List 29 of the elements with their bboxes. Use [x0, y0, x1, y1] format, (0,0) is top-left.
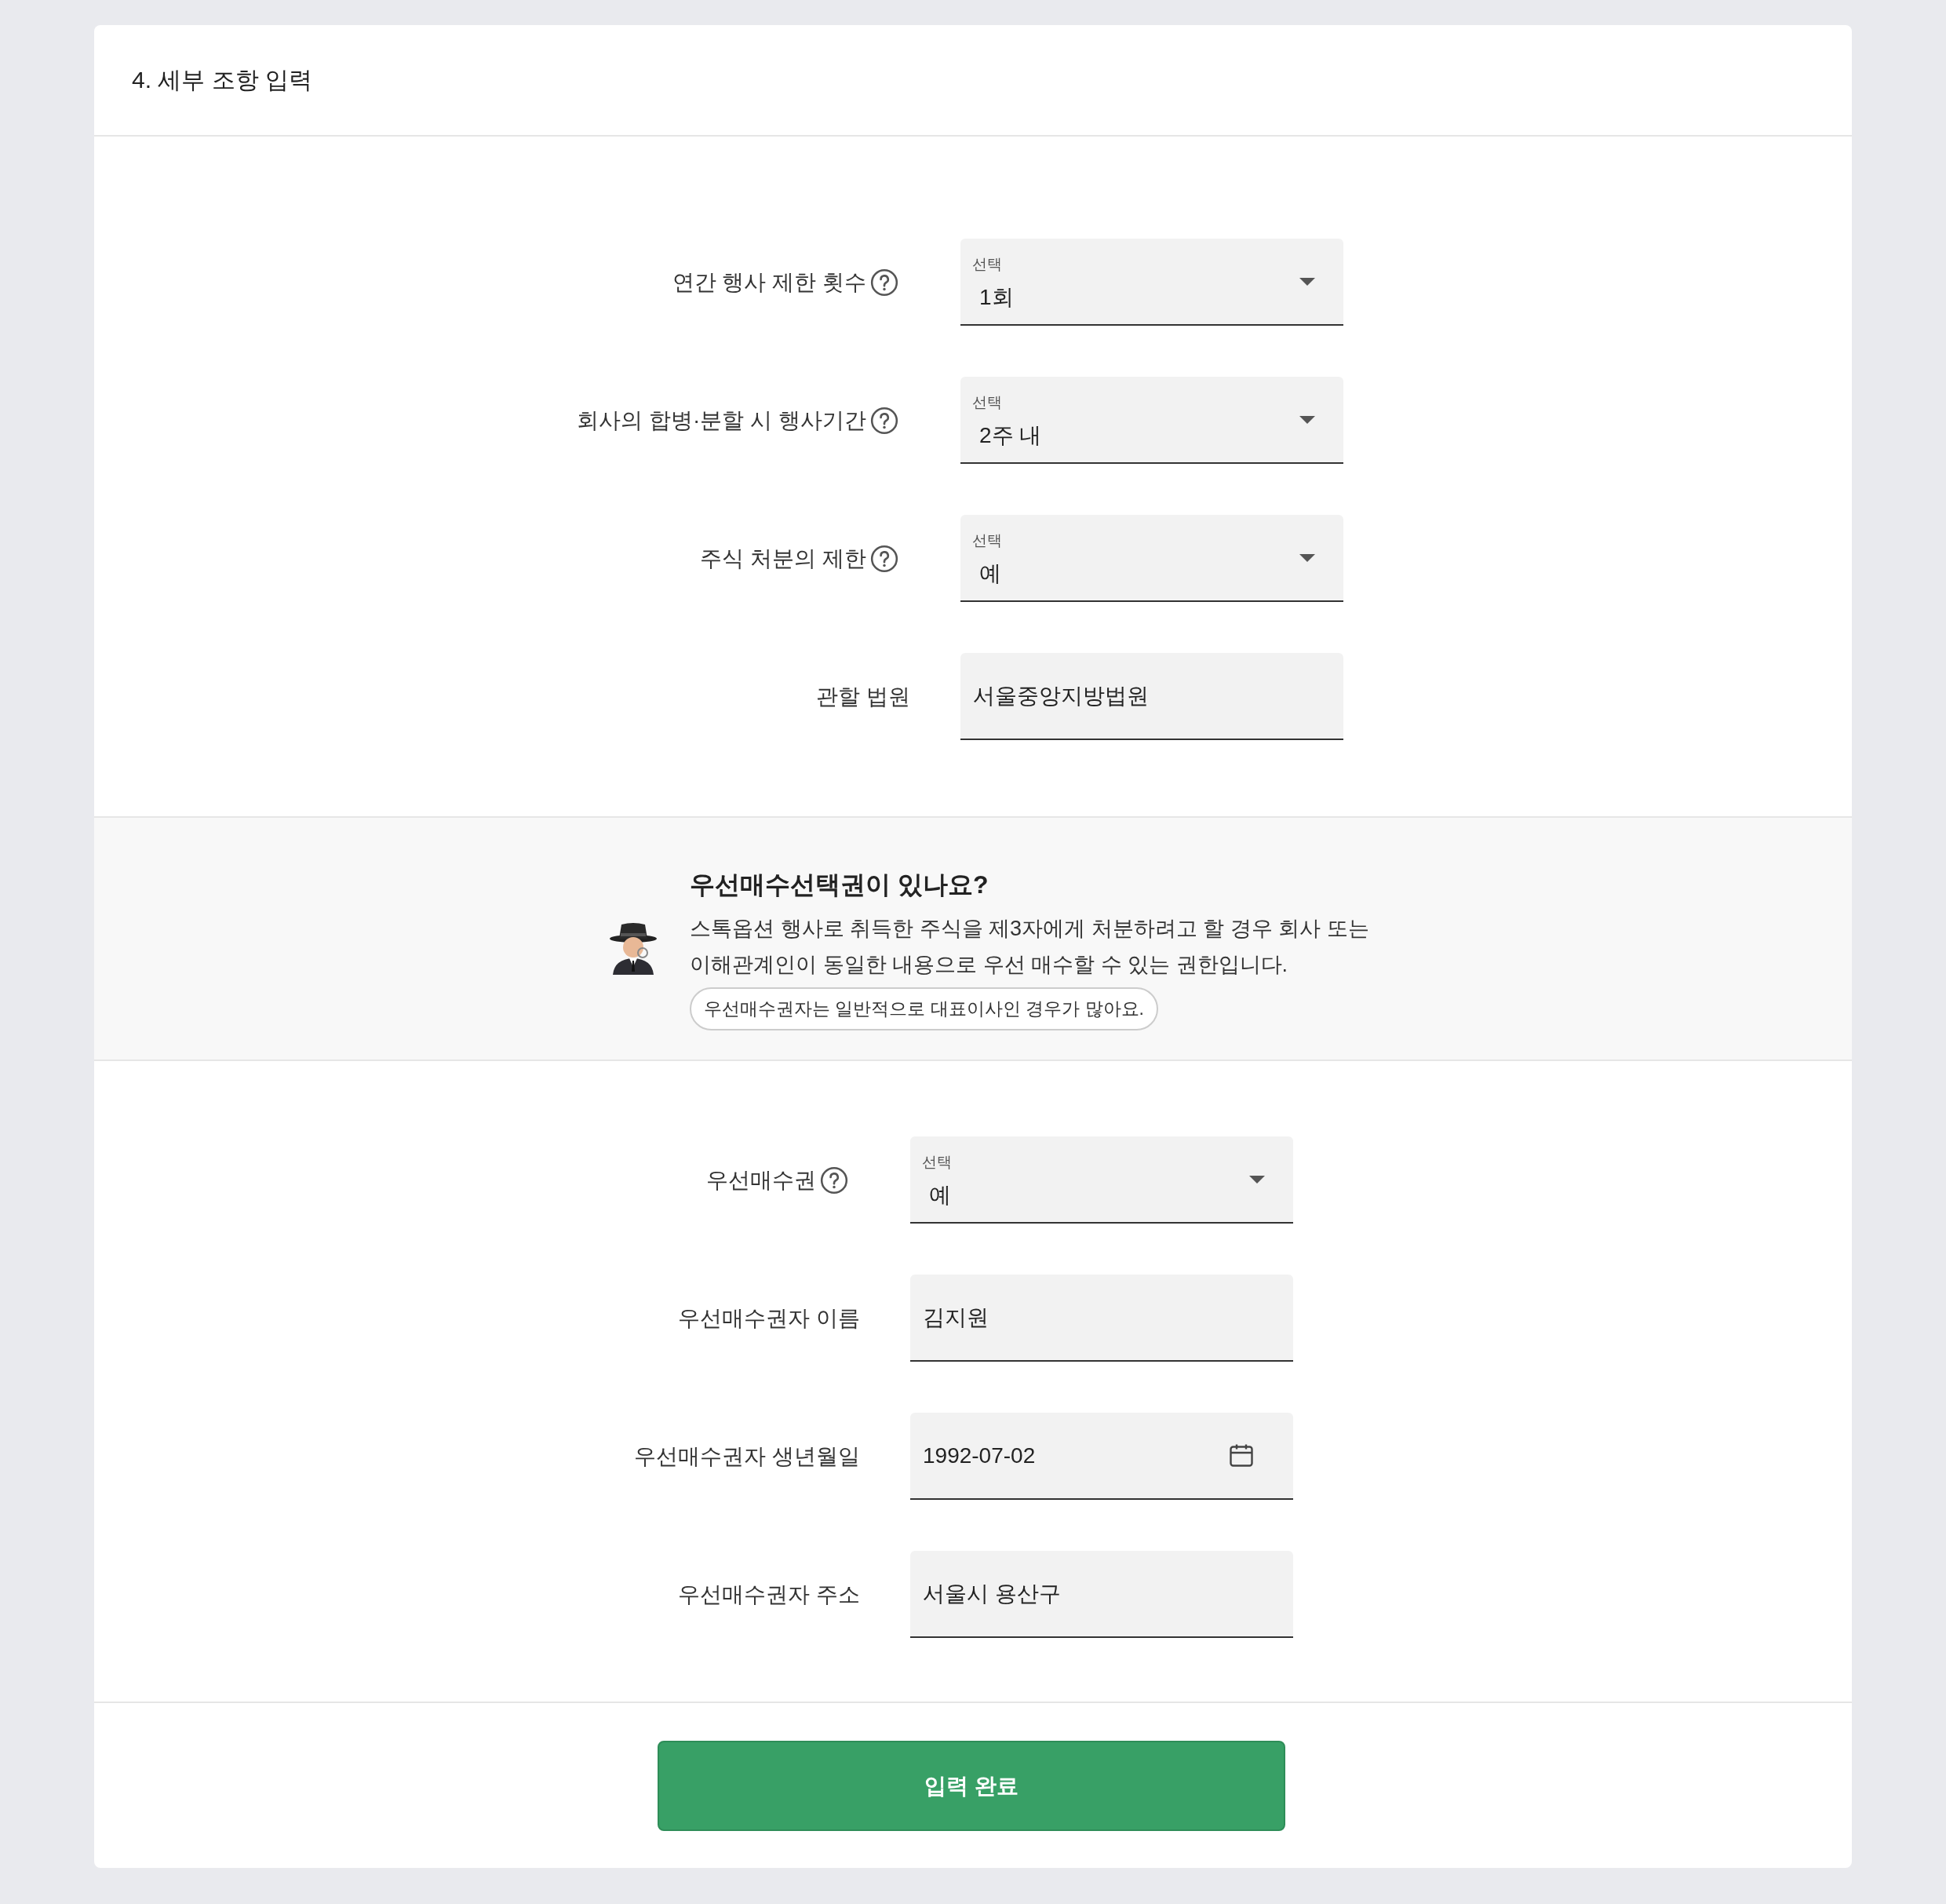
field-label: 우선매수권자 이름: [678, 1304, 860, 1332]
field-label: 연간 행사 제한 횟수: [672, 268, 866, 296]
hat-figure-icon: [608, 923, 658, 975]
field-label: 회사의 합병·분할 시 행사기간: [577, 407, 866, 434]
help-icon[interactable]: [819, 1165, 849, 1195]
help-icon[interactable]: [869, 543, 899, 574]
help-icon[interactable]: [869, 267, 899, 297]
info-title: 우선매수선택권이 있나요?: [690, 869, 989, 900]
select-field[interactable]: 선택 2주 내: [960, 377, 1343, 464]
field-label: 주식 처분의 제한: [700, 545, 866, 572]
caret-icon: [1299, 554, 1315, 562]
select-field[interactable]: 선택 1회: [960, 239, 1343, 326]
input-field[interactable]: 서울시 용산구: [910, 1551, 1293, 1638]
select-field[interactable]: 선택 예: [910, 1136, 1293, 1224]
input-field[interactable]: 김지원: [910, 1275, 1293, 1362]
section-title: 4. 세부 조항 입력: [132, 65, 313, 94]
field-label: 우선매수권자 주소: [678, 1581, 860, 1608]
field-label: 우선매수권: [706, 1166, 816, 1194]
field-label: 관할 법원: [816, 683, 910, 710]
field-label: 우선매수권자 생년월일: [634, 1443, 860, 1470]
caret-icon: [1299, 278, 1315, 286]
tip-chip: 우선매수권자는 일반적으로 대표이사인 경우가 많아요.: [690, 987, 1158, 1030]
caret-icon: [1299, 416, 1315, 424]
help-icon[interactable]: [869, 405, 899, 436]
info-text: 스톡옵션 행사로 취득한 주식을 제3자에게 처분하려고 할 경우 회사 또는 이해관계인이 동일한 내용으로 우선 매수할 수 있는 권한입니다.: [690, 915, 1370, 978]
input-field[interactable]: 서울중앙지방법원: [960, 653, 1343, 740]
select-field[interactable]: 선택 예: [960, 515, 1343, 602]
caret-icon: [1249, 1176, 1265, 1184]
date-field[interactable]: 1992-07-02: [910, 1413, 1293, 1500]
